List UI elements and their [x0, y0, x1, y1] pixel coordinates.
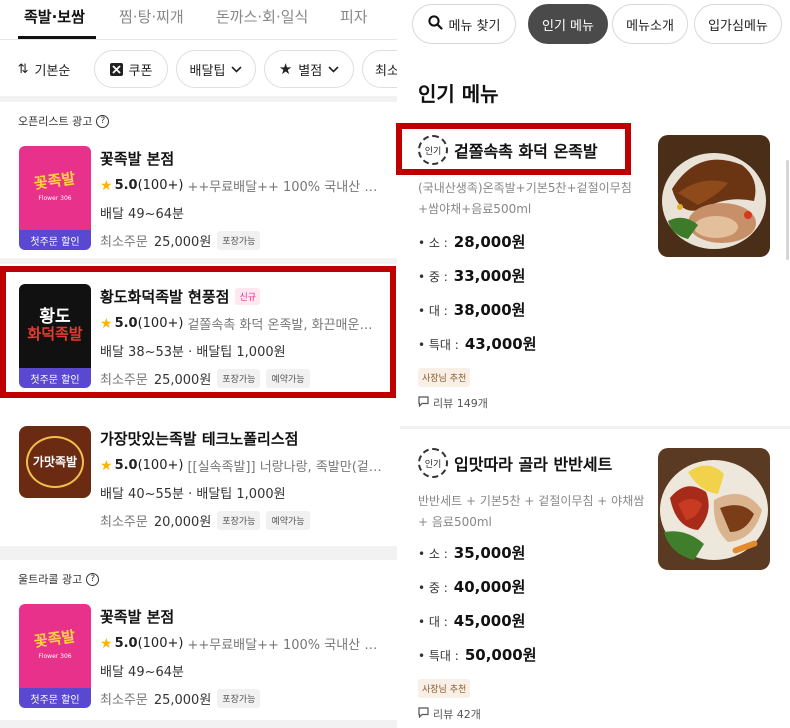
menu-name: 겉쫄속촉 화덕 온족발: [454, 142, 598, 161]
takeout-tag: 포장가능: [217, 689, 261, 708]
filter-bar: ⇅ 기본순 쿠폰 배달팁 ★ 별점 최소: [0, 50, 397, 90]
owner-recommend-tag: 사장님 추천: [418, 368, 471, 387]
first-order-discount-badge: 첫주문 할인: [19, 368, 91, 388]
delivery-tip-filter[interactable]: 배달팁: [176, 50, 256, 88]
price-option: • 소 :35,000원: [418, 544, 526, 562]
menu-description: (국내산생족)온족발+기본5찬+겉절이무침+쌈야채+음료500ml: [418, 181, 632, 216]
tab-popular-menu[interactable]: 인기 메뉴: [528, 4, 608, 44]
rating-filter[interactable]: ★ 별점: [264, 50, 354, 88]
menu-item[interactable]: 인기 겉쫄속촉 화덕 온족발 (국내산생족)온족발+기본5찬+겉절이무침+쌈야채…: [400, 135, 790, 425]
price-option: • 대 :38,000원: [418, 301, 526, 319]
min-order: 최소주문 20,000원 포장가능 예약가능: [100, 511, 310, 530]
delivery-time: 배달 49~64분: [100, 665, 184, 680]
menu-photo-jokbal: [658, 135, 770, 257]
star-icon: ★: [100, 457, 113, 474]
active-tab-underline: [18, 36, 96, 39]
takeout-tag: 포장가능: [217, 231, 261, 250]
takeout-tag: 포장가능: [217, 369, 261, 388]
sort-filter[interactable]: ⇅ 기본순: [10, 50, 78, 88]
store-logo: 황도 화덕족발 첫주문 할인: [19, 284, 91, 388]
store-logo: 가맛족발: [19, 426, 91, 498]
takeout-tag: 포장가능: [217, 511, 261, 530]
new-badge: 신규: [235, 288, 260, 305]
star-icon: ★: [100, 635, 113, 652]
tab-jokbal-bossam[interactable]: 족발·보쌈: [24, 6, 85, 27]
popular-badge-icon: 인기: [418, 448, 448, 478]
reservation-tag: 예약가능: [266, 369, 310, 388]
ultra-call-ad-label: 울트라콜 광고 ?: [18, 571, 100, 587]
price-option: • 특대 :43,000원: [418, 335, 537, 353]
store-logo: 꽃족발 Flower 306 첫주문 할인: [19, 146, 91, 250]
store-divider: [0, 720, 397, 728]
coupon-filter[interactable]: 쿠폰: [94, 50, 168, 88]
min-order: 최소주문 25,000원 포장가능: [100, 689, 261, 708]
tab-jjim-tang[interactable]: 찜·탕·찌개: [119, 6, 184, 27]
help-icon[interactable]: ?: [86, 572, 100, 586]
price-option: • 소 :28,000원: [418, 233, 526, 251]
store-rating: ★ 5.0 (100+) [[실속족발]] 너랑나랑, 족발만(겉…: [100, 457, 382, 476]
delivery-time: 배달 38~53분 · 배달팁 1,000원: [100, 345, 286, 360]
store-rating: ★ 5.0 (100+) 겉쫄속촉 화덕 온족발, 화끈매운…: [100, 315, 373, 334]
tab-donkatsu-sushi[interactable]: 돈까스·회·일식: [216, 6, 308, 27]
store-name: 황도화덕족발 현풍점 신규: [100, 286, 260, 307]
star-icon: ★: [100, 177, 113, 194]
store-item[interactable]: 꽃족발 Flower 306 첫주문 할인 꽃족발 본점 ★ 5.0 (100+)…: [0, 604, 397, 714]
first-order-discount-badge: 첫주문 할인: [19, 230, 91, 250]
category-tabs: 족발·보쌈 찜·탕·찌개 돈까스·회·일식 피자: [0, 0, 397, 40]
store-name: 꽃족발 본점: [100, 150, 175, 168]
price-option: • 중 :40,000원: [418, 578, 526, 596]
help-icon[interactable]: ?: [96, 114, 110, 128]
coupon-icon: [109, 62, 123, 76]
menu-panel: 메뉴 찾기 인기 메뉴 메뉴소개 입가심메뉴 인기 메뉴 인기 겉쫄속촉 화덕 …: [400, 0, 790, 728]
open-list-ad-label: 오픈리스트 광고 ?: [18, 113, 110, 129]
min-order: 최소주문 25,000원 포장가능: [100, 231, 261, 250]
chevron-down-icon: [328, 65, 339, 73]
menu-photo-half-half-set: [658, 448, 770, 570]
price-option: • 대 :45,000원: [418, 612, 526, 630]
store-name: 가장맛있는족발 테크노폴리스점: [100, 430, 299, 448]
menu-divider: [400, 426, 790, 429]
min-order-filter[interactable]: 최소: [362, 50, 397, 88]
reservation-tag: 예약가능: [266, 511, 310, 530]
comment-icon: [418, 707, 429, 721]
section-title: 인기 메뉴: [418, 82, 499, 106]
price-option: • 중 :33,000원: [418, 267, 526, 285]
tab-menu-intro[interactable]: 메뉴소개: [612, 4, 688, 44]
first-order-discount-badge: 첫주문 할인: [19, 688, 91, 708]
store-rating: ★ 5.0 (100+) ++무료배달++ 100% 국내산 수…: [100, 635, 385, 654]
scrollbar[interactable]: [786, 160, 789, 260]
section-divider: [0, 96, 397, 102]
min-order: 최소주문 25,000원 포장가능 예약가능: [100, 369, 310, 388]
store-item[interactable]: 꽃족발 Flower 306 첫주문 할인 꽃족발 본점 ★ 5.0 (100+)…: [0, 146, 397, 256]
store-logo: 꽃족발 Flower 306 첫주문 할인: [19, 604, 91, 708]
review-count: 리뷰 42개: [418, 706, 481, 722]
delivery-time: 배달 40~55분 · 배달팁 1,000원: [100, 487, 286, 502]
store-divider: [0, 258, 397, 264]
menu-name: 입맛따라 골라 반반세트: [454, 455, 613, 474]
star-icon: ★: [100, 315, 113, 332]
section-divider: [0, 546, 397, 560]
store-list-panel: 족발·보쌈 찜·탕·찌개 돈까스·회·일식 피자 ⇅ 기본순 쿠폰 배달팁 ★ …: [0, 0, 397, 728]
comment-icon: [418, 396, 429, 410]
sort-icon: ⇅: [17, 61, 29, 77]
store-rating: ★ 5.0 (100+) ++무료배달++ 100% 국내산 수…: [100, 177, 385, 196]
review-count: 리뷰 149개: [418, 395, 488, 411]
menu-item[interactable]: 인기 입맛따라 골라 반반세트 반반세트 + 기본5찬 + 겉절이무침 + 야채…: [400, 448, 790, 728]
tab-palate-cleanser-menu[interactable]: 입가심메뉴: [694, 4, 782, 44]
star-icon: ★: [278, 60, 293, 78]
menu-description: 반반세트 + 기본5찬 + 겉절이무침 + 야채쌈 + 음료500ml: [418, 494, 645, 529]
popular-badge-icon: 인기: [418, 135, 448, 165]
store-item[interactable]: 가맛족발 가장맛있는족발 테크노폴리스점 ★ 5.0 (100+) [[실속족발]…: [0, 426, 397, 536]
delivery-time: 배달 49~64분: [100, 207, 184, 222]
store-name: 꽃족발 본점: [100, 608, 175, 626]
search-icon: [427, 14, 443, 34]
owner-recommend-tag: 사장님 추천: [418, 679, 471, 698]
store-item[interactable]: 황도 화덕족발 첫주문 할인 황도화덕족발 현풍점 신규 ★ 5.0 (100+)…: [0, 284, 397, 394]
price-option: • 특대 :50,000원: [418, 646, 537, 664]
chevron-down-icon: [231, 65, 243, 73]
tab-pizza[interactable]: 피자: [340, 6, 368, 27]
menu-search-button[interactable]: 메뉴 찾기: [412, 4, 516, 44]
